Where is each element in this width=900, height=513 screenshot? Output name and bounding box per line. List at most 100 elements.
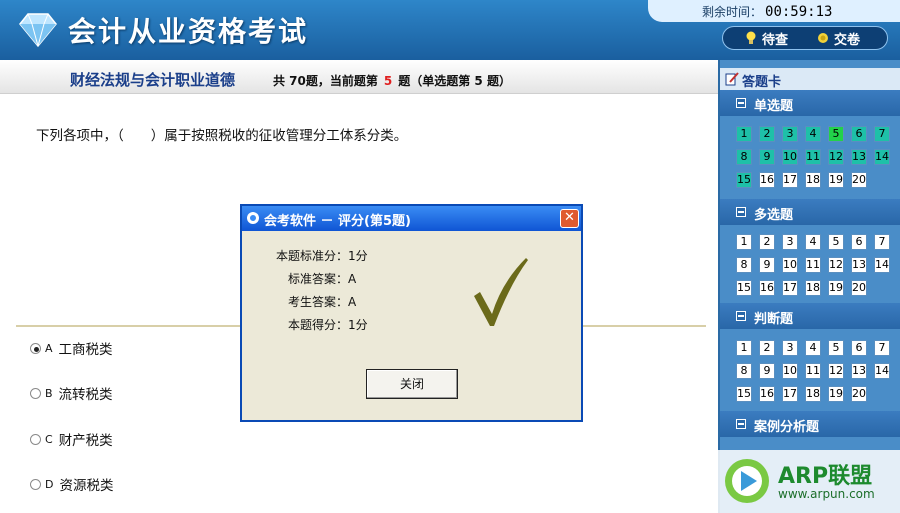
header-toolbar: 待查 交卷: [722, 26, 888, 50]
question-number-cell[interactable]: 8: [736, 363, 752, 379]
option-c-letter: C: [45, 432, 53, 446]
question-number-cell[interactable]: 16: [759, 280, 775, 296]
question-number-cell[interactable]: 20: [851, 280, 867, 296]
question-number-cell[interactable]: 17: [782, 280, 798, 296]
collapse-icon: [736, 311, 746, 321]
question-number-cell[interactable]: 9: [759, 363, 775, 379]
watermark-url: www.arpun.com: [778, 487, 875, 501]
dialog-close-icon[interactable]: ✕: [560, 209, 579, 228]
question-number-cell[interactable]: 5: [828, 340, 844, 356]
question-number-cell[interactable]: 9: [759, 257, 775, 273]
question-number-cell[interactable]: 15: [736, 172, 752, 188]
question-number-cell[interactable]: 9: [759, 149, 775, 165]
question-number-cell[interactable]: 13: [851, 257, 867, 273]
question-number-cell[interactable]: 12: [828, 149, 844, 165]
option-d-letter: D: [45, 477, 54, 491]
question-number-cell[interactable]: 6: [851, 126, 867, 142]
option-d-text: 资源税类: [59, 478, 114, 494]
question-number-cell[interactable]: 14: [874, 363, 890, 379]
question-number-cell[interactable]: 15: [736, 280, 752, 296]
option-d-radio[interactable]: [30, 478, 41, 490]
question-progress: 共 70题，当前题第 5 题（单选题第 5 题）: [273, 72, 511, 89]
section-multi-choice[interactable]: 多选题: [720, 199, 900, 225]
question-number-cell[interactable]: 15: [736, 386, 752, 402]
option-c-radio[interactable]: [30, 433, 41, 445]
question-number-cell[interactable]: 17: [782, 386, 798, 402]
question-number-cell[interactable]: 2: [759, 234, 775, 250]
question-number-cell[interactable]: 14: [874, 257, 890, 273]
option-b[interactable]: B 流转税类: [30, 383, 113, 403]
collapse-icon: [736, 207, 746, 217]
question-number-cell[interactable]: 4: [805, 340, 821, 356]
question-number-cell[interactable]: 10: [782, 363, 798, 379]
question-number-cell[interactable]: 7: [874, 340, 890, 356]
question-number-cell[interactable]: 1: [736, 126, 752, 142]
question-number-cell[interactable]: 10: [782, 149, 798, 165]
question-number-cell[interactable]: 16: [759, 386, 775, 402]
question-number-cell[interactable]: 11: [805, 363, 821, 379]
question-number-cell[interactable]: 14: [874, 149, 890, 165]
question-number-cell[interactable]: 20: [851, 386, 867, 402]
question-number-cell[interactable]: 6: [851, 234, 867, 250]
question-number-cell[interactable]: 5: [828, 126, 844, 142]
option-c[interactable]: C 财产税类: [30, 429, 113, 449]
question-number-cell[interactable]: 19: [828, 280, 844, 296]
question-number-cell[interactable]: 13: [851, 363, 867, 379]
standard-score-row: 本题标准分：1分: [252, 247, 368, 264]
option-a[interactable]: A 工商税类: [30, 338, 113, 358]
question-number-cell[interactable]: 18: [805, 386, 821, 402]
answer-card-panel: 答题卡 单选题 1 2 3 4 5 6 7 8 9 10 11 12 13 14 15 16 17 18 19 20 …: [718, 60, 900, 513]
question-number-cell[interactable]: 3: [782, 340, 798, 356]
question-text: 下列各项中，（ ）属于按照税收的征收管理分工体系分类。: [36, 128, 408, 144]
student-answer-value: A: [348, 295, 357, 309]
checkmark-icon: [474, 258, 528, 326]
question-number-cell[interactable]: 1: [736, 234, 752, 250]
question-number-cell[interactable]: 7: [874, 126, 890, 142]
question-number-cell[interactable]: 16: [759, 172, 775, 188]
question-number-cell[interactable]: 8: [736, 257, 752, 273]
question-number-cell[interactable]: 2: [759, 340, 775, 356]
question-number-cell[interactable]: 4: [805, 126, 821, 142]
earned-score-label: 本题得分：: [287, 318, 348, 332]
lightbulb-icon: [746, 31, 756, 44]
question-number-cell[interactable]: 19: [828, 172, 844, 188]
question-number-cell[interactable]: 2: [759, 126, 775, 142]
question-number-cell[interactable]: 13: [851, 149, 867, 165]
question-number-cell[interactable]: 12: [828, 363, 844, 379]
question-number-cell[interactable]: 3: [782, 234, 798, 250]
section-single-choice[interactable]: 单选题: [720, 90, 900, 116]
submit-button[interactable]: 交卷: [817, 29, 860, 48]
question-number-cell[interactable]: 20: [851, 172, 867, 188]
question-number-cell[interactable]: 8: [736, 149, 752, 165]
question-number-cell[interactable]: 6: [851, 340, 867, 356]
question-number-cell[interactable]: 17: [782, 172, 798, 188]
question-number-cell[interactable]: 1: [736, 340, 752, 356]
question-number-cell[interactable]: 7: [874, 234, 890, 250]
answer-card-title: 答题卡: [742, 75, 782, 90]
subject-title: 财经法规与会计职业道德: [70, 71, 236, 89]
question-number-cell[interactable]: 10: [782, 257, 798, 273]
question-number-cell[interactable]: 11: [805, 149, 821, 165]
option-d[interactable]: D 资源税类: [30, 474, 113, 494]
app-icon: [247, 212, 259, 224]
question-number-cell[interactable]: 3: [782, 126, 798, 142]
question-number-cell[interactable]: 18: [805, 280, 821, 296]
review-button[interactable]: 待查: [745, 29, 789, 48]
watermark-brand: ARP联盟: [778, 464, 873, 489]
question-number-cell[interactable]: 19: [828, 386, 844, 402]
question-number-cell[interactable]: 5: [828, 234, 844, 250]
pencil-icon: [725, 72, 739, 86]
standard-score-label: 本题标准分：: [275, 249, 348, 263]
close-button[interactable]: 关闭: [366, 369, 458, 399]
standard-answer-label: 标准答案：: [287, 272, 348, 286]
review-button-label: 待查: [762, 32, 789, 48]
option-a-radio[interactable]: [30, 342, 41, 354]
section-case-analysis[interactable]: 案例分析题: [720, 411, 900, 437]
question-number-cell[interactable]: 18: [805, 172, 821, 188]
watermark: ARP联盟 www.arpun.com: [718, 450, 900, 513]
question-number-cell[interactable]: 11: [805, 257, 821, 273]
question-number-cell[interactable]: 12: [828, 257, 844, 273]
option-b-radio[interactable]: [30, 387, 41, 399]
section-true-false[interactable]: 判断题: [720, 303, 900, 329]
question-number-cell[interactable]: 4: [805, 234, 821, 250]
